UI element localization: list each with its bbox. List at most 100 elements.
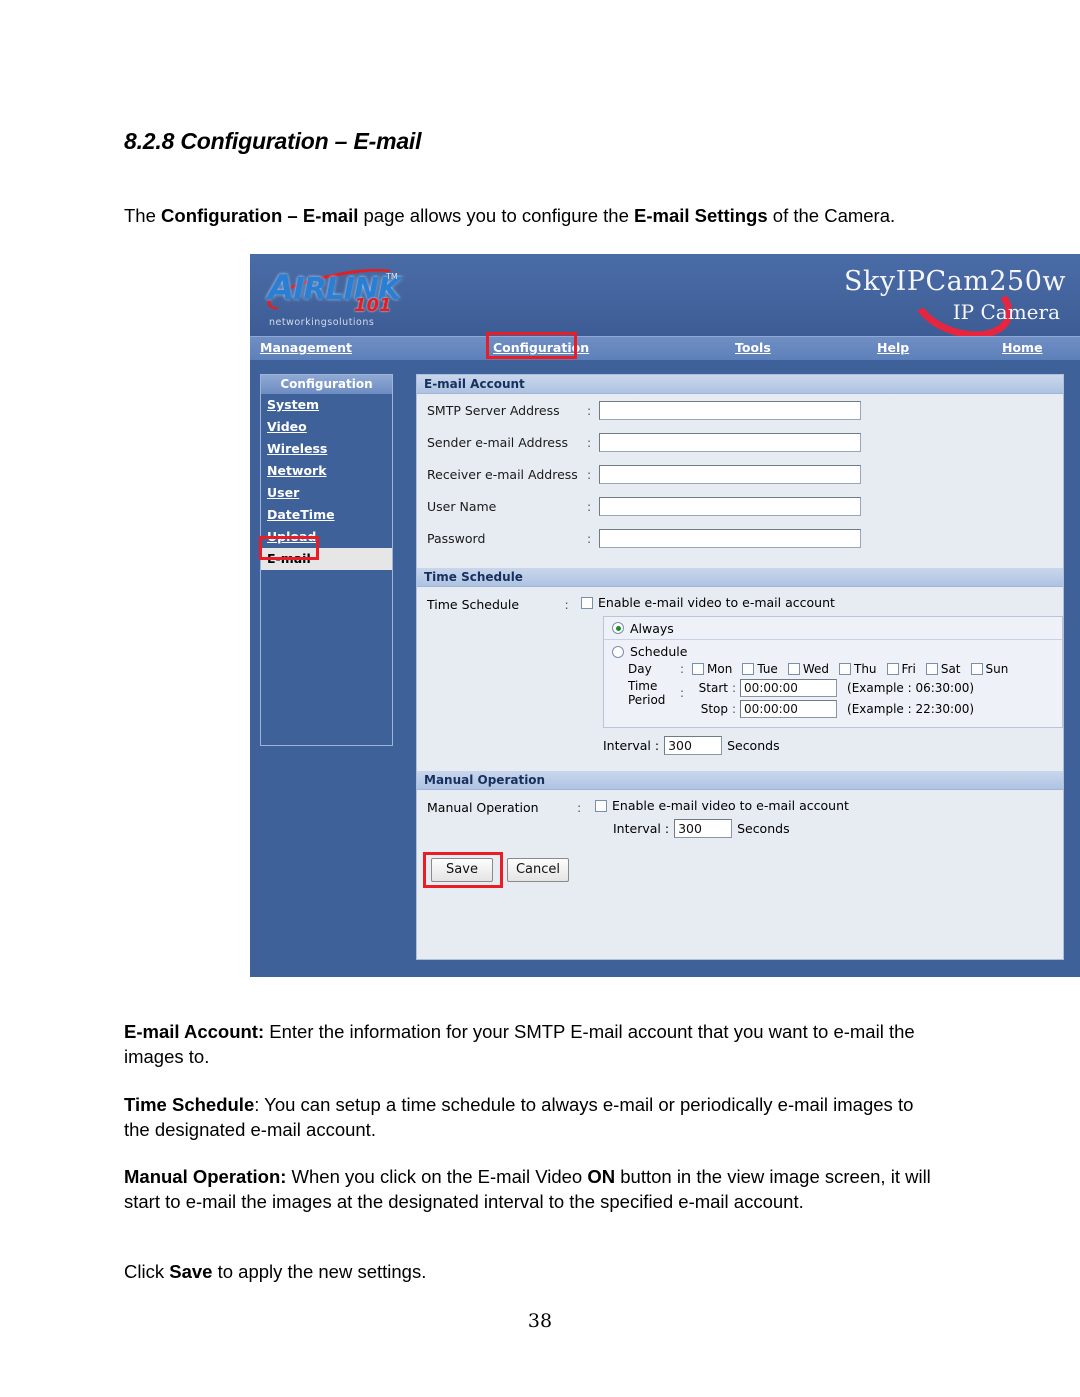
input-ts-interval[interactable]: 300 (664, 736, 723, 755)
paragraph-manual-operation: Manual Operation: When you click on the … (124, 1164, 944, 1215)
input-sender-email[interactable] (599, 432, 861, 452)
airlink-logo: AIRLINK TM 101 networkingsolutions (264, 260, 414, 332)
stop-time-row: Stop : 00:00:00 (Example : 22:30:00) (692, 700, 974, 718)
colon-password: : (587, 530, 592, 546)
nav-item-management[interactable]: Management (260, 340, 352, 355)
sidebar-title: Configuration (261, 375, 392, 394)
configuration-content-panel: E-mail Account SMTP Server Address : Sen… (416, 374, 1064, 960)
input-user-name[interactable] (599, 496, 861, 516)
radio-row-always[interactable]: Always (604, 617, 1062, 640)
checkbox-day-mon[interactable]: Mon (692, 662, 732, 676)
cancel-button[interactable]: Cancel (507, 858, 569, 882)
checkbox-sun-icon[interactable] (970, 663, 983, 675)
label-ts-enable: Enable e-mail video to e-mail account (598, 595, 835, 610)
label-ts-interval: Interval : (603, 738, 660, 753)
checkbox-day-fri[interactable]: Fri (886, 662, 916, 676)
input-mo-interval[interactable]: 300 (674, 819, 733, 838)
start-time-row: Start : 00:00:00 (Example : 06:30:00) (692, 679, 974, 697)
mo-interval-row: Interval : 300 Seconds (613, 819, 1063, 838)
camera-ui-screenshot: AIRLINK TM 101 networkingsolutions SkyIP… (250, 254, 1080, 977)
time-schedule-row: Time Schedule : Enable e-mail video to e… (417, 587, 1063, 728)
radio-always-icon[interactable] (612, 622, 624, 634)
checkbox-wed-icon[interactable] (787, 663, 800, 675)
save-button[interactable]: Save (431, 858, 493, 882)
nav-item-home[interactable]: Home (1002, 340, 1043, 355)
label-day: Day (628, 662, 652, 676)
input-start-time[interactable]: 00:00:00 (740, 679, 838, 697)
input-stop-time[interactable]: 00:00:00 (740, 700, 838, 718)
sidebar-item-email[interactable]: E-mail (261, 548, 392, 570)
checkbox-tue-icon[interactable] (742, 663, 755, 675)
checkbox-fri-icon[interactable] (886, 663, 899, 675)
time-period-fields: Start : 00:00:00 (Example : 06:30:00) St… (692, 679, 974, 721)
field-row-user-name: User Name : (417, 490, 1063, 522)
checkbox-ts-enable-icon[interactable] (581, 596, 593, 609)
radio-row-schedule[interactable]: Schedule (612, 644, 1062, 659)
nav-item-help[interactable]: Help (877, 340, 909, 355)
radio-schedule-icon[interactable] (612, 645, 624, 658)
label-time-period: Time Period (628, 679, 680, 707)
checkbox-row-mo-enable[interactable]: Enable e-mail video to e-mail account (595, 798, 1063, 813)
intro-text-2: page allows you to configure the (358, 204, 634, 226)
colon-start: : (732, 681, 737, 695)
checkbox-mon-icon[interactable] (692, 663, 704, 675)
intro-text-1: The (124, 204, 162, 226)
colon-smtp-server: : (587, 402, 592, 418)
sidebar-item-wireless[interactable]: Wireless (261, 438, 392, 460)
unit-mo-interval: Seconds (737, 821, 790, 836)
checkbox-day-sat[interactable]: Sat (925, 662, 961, 676)
intro-text-3: of the Camera. (767, 204, 896, 226)
checkbox-sat-icon[interactable] (925, 663, 938, 675)
intro-bold-2: E-mail Settings (634, 204, 768, 226)
schedule-options-box: Always Schedule Day : Mon Tue Wed Thu Fr… (603, 616, 1063, 728)
sidebar-item-upload[interactable]: Upload (261, 526, 392, 548)
paragraph-manual-operation-label: Manual Operation: (124, 1165, 287, 1187)
label-schedule: Schedule (630, 644, 688, 659)
colon-receiver-email: : (587, 466, 592, 482)
sidebar-item-datetime[interactable]: DateTime (261, 504, 392, 526)
label-sun: Sun (985, 662, 1009, 676)
checkbox-day-sun[interactable]: Sun (970, 662, 1009, 676)
label-password: Password (427, 530, 486, 546)
logo-trademark: TM (386, 272, 398, 281)
checkbox-day-thu[interactable]: Thu (838, 662, 877, 676)
label-receiver-email: Receiver e-mail Address (427, 466, 578, 482)
checkbox-day-wed[interactable]: Wed (787, 662, 829, 676)
checkbox-thu-icon[interactable] (838, 663, 851, 675)
sidebar-item-user[interactable]: User (261, 482, 392, 504)
hint-stop-example: (Example : 22:30:00) (847, 702, 975, 716)
input-password[interactable] (599, 528, 861, 548)
section-header-email-account: E-mail Account (417, 375, 1063, 394)
label-smtp-server: SMTP Server Address (427, 402, 560, 418)
label-always: Always (630, 620, 674, 636)
label-time-period-line2: Period (628, 693, 666, 707)
checkbox-day-tue[interactable]: Tue (742, 662, 778, 676)
paragraph-time-schedule: Time Schedule: You can setup a time sche… (124, 1092, 944, 1143)
input-receiver-email[interactable] (599, 464, 861, 484)
checkbox-mo-enable-icon[interactable] (595, 799, 607, 812)
colon-time-period: : (680, 686, 685, 700)
label-sender-email: Sender e-mail Address (427, 434, 569, 450)
intro-bold-1: Configuration – E-mail (161, 204, 359, 226)
sidebar-item-video[interactable]: Video (261, 416, 392, 438)
annotation-box-configuration (486, 332, 577, 359)
input-smtp-server[interactable] (599, 400, 861, 420)
day-checkbox-group: Mon Tue Wed Thu Fri Sat Sun (692, 662, 1008, 676)
configuration-sidebar: Configuration System Video Wireless Netw… (259, 374, 393, 746)
ts-interval-row: Interval : 300 Seconds (603, 736, 1063, 755)
product-model: SkyIPCam250w (844, 266, 1066, 297)
ui-body: Configuration System Video Wireless Netw… (250, 360, 1080, 978)
paragraph-click-save: Click Save to apply the new settings. (124, 1259, 944, 1285)
logo-letter-a: A (268, 268, 294, 308)
hint-start-example: (Example : 06:30:00) (847, 681, 975, 695)
label-tue: Tue (757, 662, 778, 676)
paragraph-click-save-bold: Save (169, 1260, 213, 1282)
checkbox-row-ts-enable[interactable]: Enable e-mail video to e-mail account (581, 595, 1063, 610)
label-mon: Mon (707, 662, 733, 676)
nav-item-tools[interactable]: Tools (735, 340, 771, 355)
sidebar-item-system[interactable]: System (261, 394, 392, 416)
page-number: 38 (527, 1310, 553, 1332)
label-mo-interval: Interval : (613, 821, 670, 836)
sidebar-item-network[interactable]: Network (261, 460, 392, 482)
paragraph-email-account-label: E-mail Account: (124, 1020, 265, 1042)
